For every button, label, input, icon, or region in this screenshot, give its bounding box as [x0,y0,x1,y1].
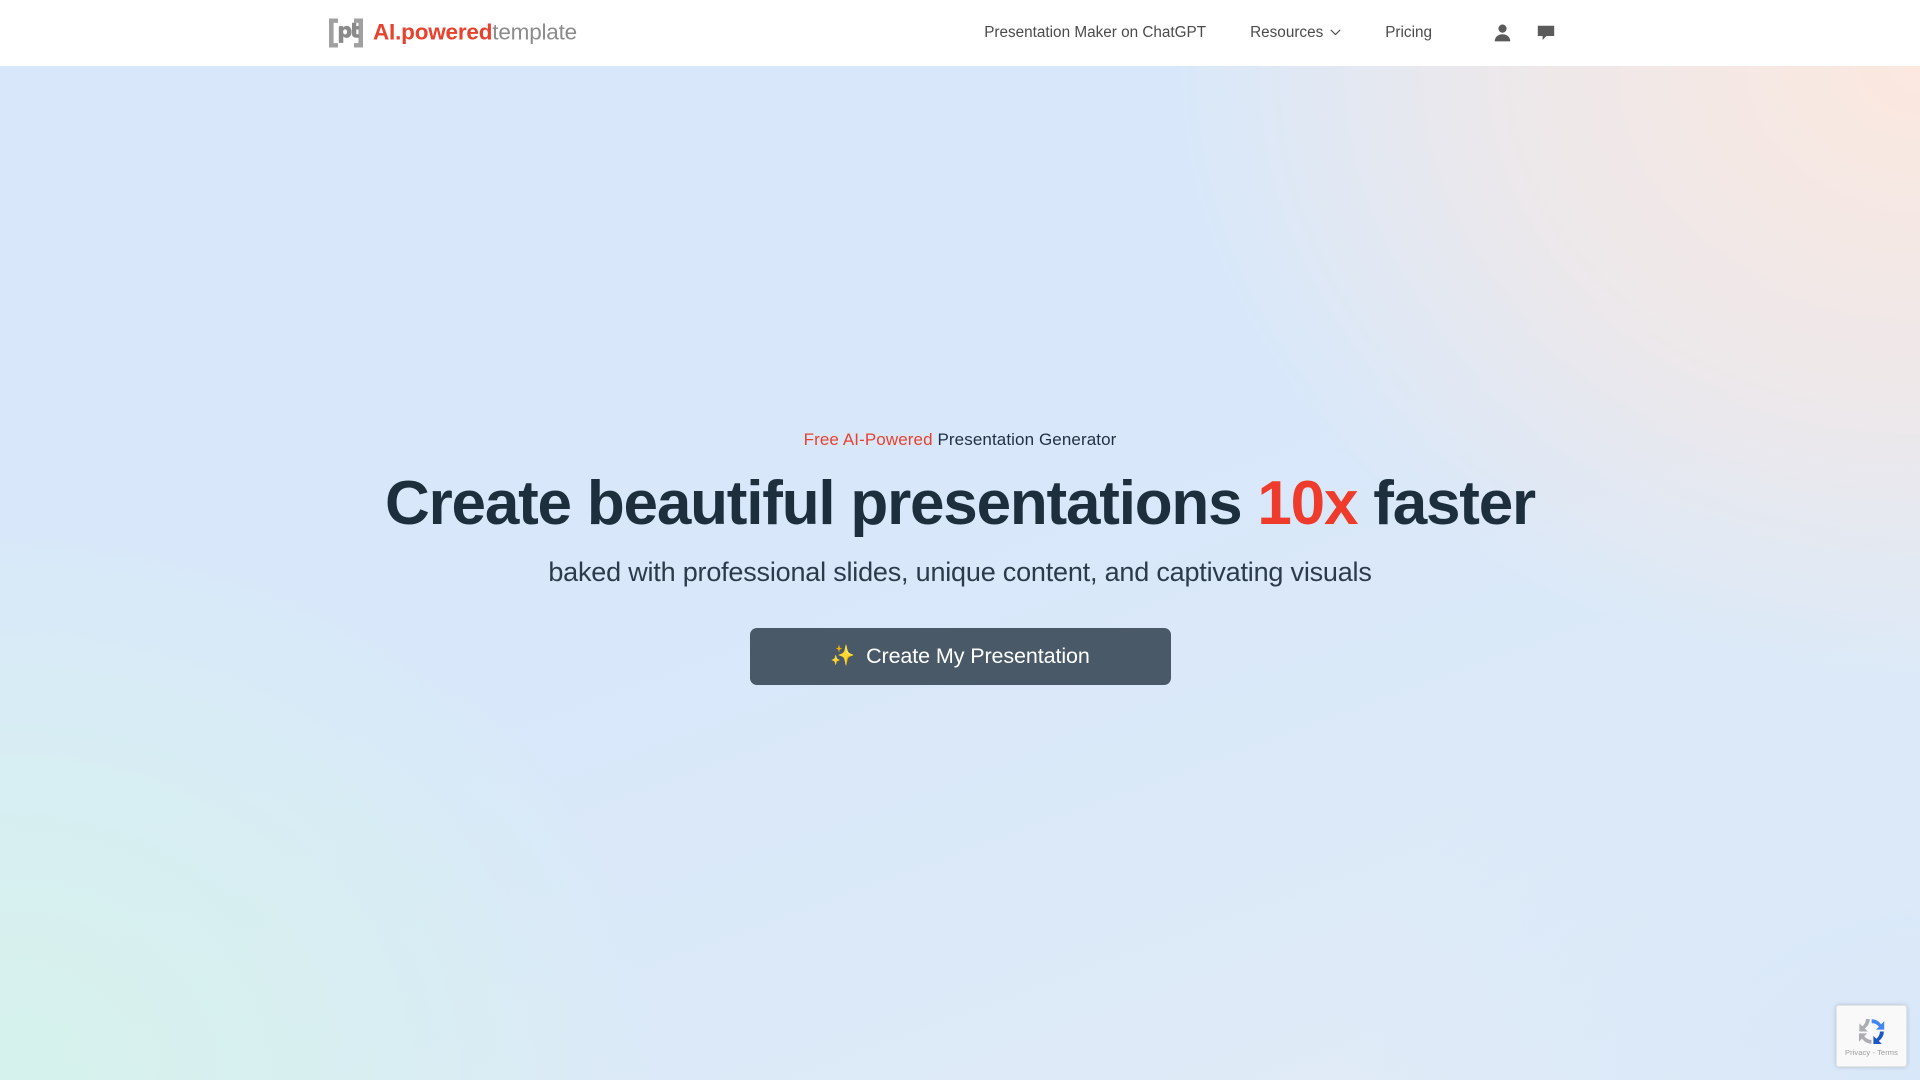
site-header: AI.poweredtemplate Presentation Maker on… [0,0,1920,66]
recaptcha-privacy-terms-label[interactable]: Privacy - Terms [1845,1049,1898,1057]
main-navigation: Presentation Maker on ChatGPT Resources … [984,0,1920,66]
nav-resources[interactable]: Resources [1250,17,1341,48]
recaptcha-logo-icon [1855,1015,1888,1048]
chat-bubble-icon [1537,25,1555,41]
brand-muted-text: template [492,19,577,45]
hero-section: Free AI-Powered Presentation Generator C… [0,66,1920,1080]
cta-label: Create My Presentation [866,643,1090,668]
recaptcha-badge[interactable]: Privacy - Terms [1836,1005,1907,1067]
headline-part-2: faster [1357,469,1536,539]
create-my-presentation-button[interactable]: ✨ Create My Presentation [749,627,1171,685]
nav-item-pricing[interactable]: Pricing [1363,17,1454,48]
hero-eyebrow-rest: Presentation Generator [932,430,1117,449]
headline-part-1: Create beautiful presentations [385,469,1258,539]
nav-label: Pricing [1385,24,1432,42]
nav-label: Presentation Maker on ChatGPT [984,24,1207,42]
account-button[interactable] [1480,13,1524,53]
hero-eyebrow-accent: Free AI-Powered [803,430,933,449]
landing-page: AI.poweredtemplate Presentation Maker on… [0,0,1920,1080]
page-title: Create beautiful presentations 10x faste… [385,469,1536,539]
brand-wordmark: AI.poweredtemplate [373,19,577,45]
hero-subheadline: baked with professional slides, unique c… [548,556,1372,587]
nav-presentation-maker-on-chatgpt[interactable]: Presentation Maker on ChatGPT [984,17,1206,48]
pt-logo-icon [329,18,363,48]
headline-accent: 10x [1257,469,1358,539]
nav-item-presentation-maker[interactable]: Presentation Maker on ChatGPT [984,17,1228,48]
nav-label: Resources [1250,24,1324,42]
nav-item-resources[interactable]: Resources [1228,17,1363,48]
nav-pricing[interactable]: Pricing [1385,17,1432,48]
sparkles-icon: ✨ [830,645,856,668]
brand-accent-text: AI.powered [373,19,493,45]
chat-support-button[interactable] [1524,13,1568,53]
chevron-down-icon [1330,29,1341,36]
brand-logo-link[interactable]: AI.poweredtemplate [329,18,577,48]
header-icon-group [1480,13,1568,53]
hero-content: Free AI-Powered Presentation Generator C… [0,429,1920,685]
user-account-icon [1494,24,1511,42]
hero-eyebrow: Free AI-Powered Presentation Generator [804,429,1117,451]
